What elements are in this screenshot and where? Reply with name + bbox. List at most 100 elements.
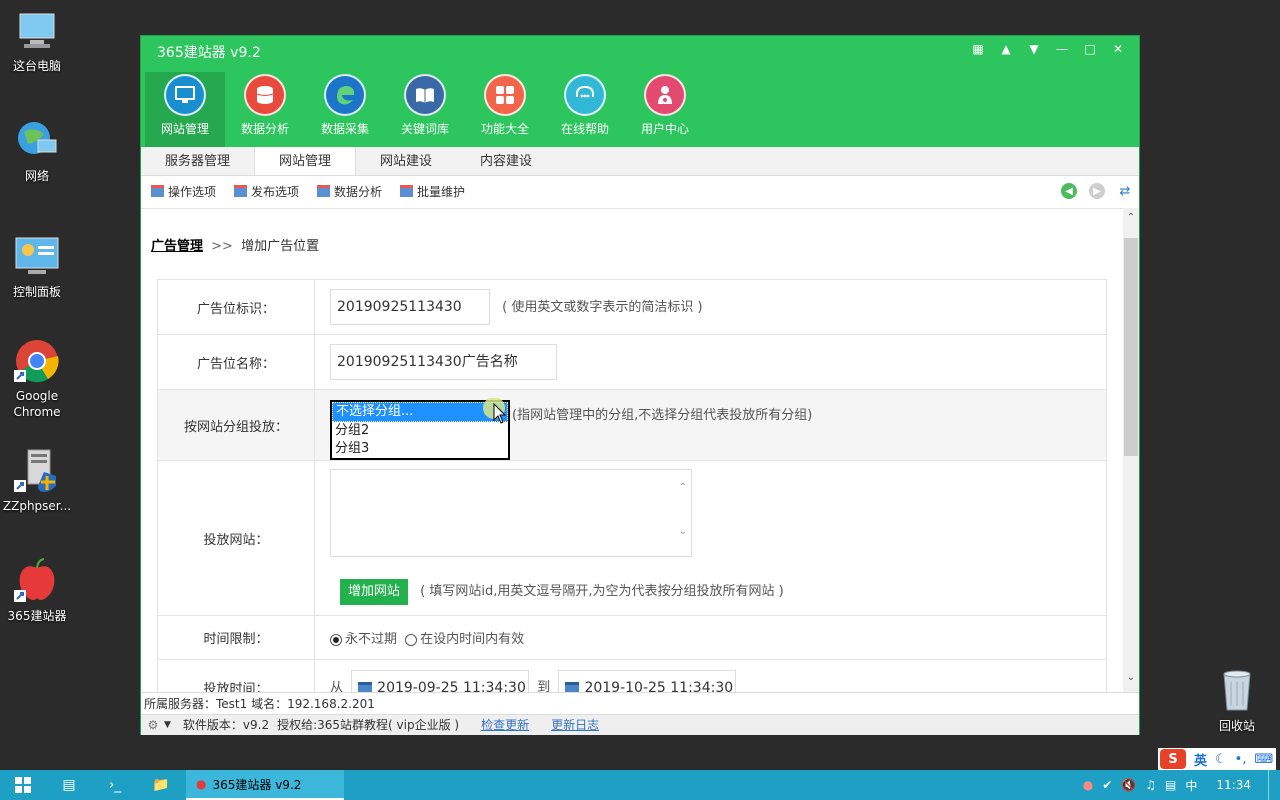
sogou-icon[interactable]: S bbox=[1160, 749, 1186, 769]
powershell-icon[interactable]: ›_ bbox=[92, 770, 138, 800]
ribbon-label: 功能大全 bbox=[480, 122, 529, 136]
never-expire-radio[interactable] bbox=[330, 633, 342, 646]
desktop-icon-this-pc[interactable]: 这台电脑 bbox=[0, 8, 74, 74]
tab-site-management[interactable]: 网站管理 bbox=[254, 147, 357, 175]
vertical-scrollbar[interactable]: ⌃ ⌄ bbox=[1123, 208, 1139, 692]
ribbon-data-collection[interactable]: 数据采集 bbox=[305, 72, 385, 147]
back-icon[interactable]: ◀ bbox=[1061, 183, 1077, 199]
desktop-icon-label: 网络 bbox=[24, 169, 49, 183]
recycle-bin-icon bbox=[1214, 668, 1260, 714]
version-text: 软件版本：v9.2 bbox=[182, 717, 270, 732]
toolbar-icon bbox=[317, 185, 331, 197]
forward-icon[interactable]: ▶ bbox=[1089, 183, 1105, 199]
nav-buttons: ◀ ▶ ⇄ bbox=[1061, 183, 1133, 199]
tab-content-building[interactable]: 内容建设 bbox=[456, 147, 556, 175]
changelog-link[interactable]: 更新日志 bbox=[551, 715, 599, 736]
subtool-publish-options[interactable]: 发布选项 bbox=[234, 183, 299, 200]
breadcrumb-link-ad-management[interactable]: 广告管理 bbox=[151, 239, 203, 254]
show-desktop[interactable] bbox=[1268, 770, 1272, 800]
site-ids-textarea[interactable]: ⌃ ⌄ bbox=[330, 469, 692, 557]
ribbon-online-help[interactable]: 在线帮助 bbox=[545, 72, 625, 147]
subtool-label: 操作选项 bbox=[168, 184, 217, 199]
dropdown-arrow-icon[interactable]: ▼ bbox=[164, 715, 171, 736]
scroll-up-icon[interactable]: ⌃ bbox=[679, 482, 687, 493]
monitor-icon bbox=[164, 74, 206, 116]
title-bar: 365建站器 v9.2 ▦ ▲ ▼ — □ ✕ 网站管理 数据分析 数据采集 关… bbox=[141, 36, 1139, 147]
desktop-icon-recycle-bin[interactable]: 回收站 bbox=[1200, 668, 1274, 734]
ribbon-label: 数据分析 bbox=[240, 122, 289, 136]
subtool-label: 批量维护 bbox=[417, 184, 466, 199]
ime-toolbar: S 英 ☾ •, ⌨ bbox=[1158, 748, 1276, 770]
end-time-input[interactable]: 2019-10-25 11:34:30 bbox=[558, 669, 737, 692]
maximize-icon[interactable]: □ bbox=[1079, 40, 1101, 58]
taskbar-app-365[interactable]: ● 365建站器 v9.2 bbox=[186, 770, 344, 800]
refresh-icon[interactable]: ⇄ bbox=[1117, 183, 1133, 199]
scroll-down-icon[interactable]: ⌄ bbox=[679, 526, 687, 537]
headset-icon bbox=[564, 74, 606, 116]
close-icon[interactable]: ✕ bbox=[1107, 40, 1129, 58]
ribbon-site-management[interactable]: 网站管理 bbox=[145, 72, 225, 147]
subtool-data-analysis[interactable]: 数据分析 bbox=[317, 183, 382, 200]
scroll-thumb[interactable] bbox=[1124, 238, 1138, 456]
subtool-label: 数据分析 bbox=[334, 184, 383, 199]
desktop-icon-network[interactable]: 网络 bbox=[0, 118, 74, 184]
feedback-icon[interactable]: ▦ bbox=[967, 40, 989, 58]
keyboard-icon[interactable]: ⌨ bbox=[1254, 752, 1273, 767]
scroll-down-icon[interactable]: ⌄ bbox=[1123, 672, 1139, 688]
subtool-operation-options[interactable]: 操作选项 bbox=[151, 183, 216, 200]
system-tray: ● ✔ 🔇 ♫ ▤ 中 11:34 bbox=[1083, 770, 1272, 800]
field-label: 广告位标识： bbox=[157, 279, 315, 335]
group-option[interactable]: 分组3 bbox=[332, 440, 508, 458]
tab-site-building[interactable]: 网站建设 bbox=[356, 147, 456, 175]
ribbon-all-features[interactable]: 功能大全 bbox=[465, 72, 545, 147]
within-time-radio[interactable] bbox=[405, 633, 418, 646]
group-select[interactable]: 不选择分组... 分组2 分组3 bbox=[330, 398, 510, 460]
desktop-icon-zzphpserver[interactable]: ZZphpser... bbox=[0, 448, 74, 514]
field-label: 投放网站： bbox=[157, 460, 315, 616]
check-update-link[interactable]: 检查更新 bbox=[481, 715, 529, 736]
clock[interactable]: 11:34 bbox=[1216, 778, 1251, 792]
breadcrumb-current: 增加广告位置 bbox=[241, 239, 320, 254]
ad-name-input[interactable]: 20190925113430广告名称 bbox=[330, 344, 557, 380]
ime-language[interactable]: 英 bbox=[1194, 750, 1207, 769]
settings-gear-icon[interactable]: ⚙ bbox=[145, 717, 161, 733]
network-tray-icon[interactable]: ▤ bbox=[1165, 778, 1176, 792]
ad-position-form: 广告位标识： 20190925113430 ( 使用英文或数字表示的简洁标识 )… bbox=[157, 279, 1107, 692]
desktop-icon-label: 365建站器 bbox=[7, 609, 67, 623]
skin-icon[interactable]: ▲ bbox=[995, 40, 1017, 58]
add-site-button[interactable]: 增加网站 bbox=[340, 579, 409, 605]
field-label: 时间限制： bbox=[157, 615, 315, 660]
ribbon-user-center[interactable]: 用户中心 bbox=[625, 72, 705, 147]
minimize-icon[interactable]: — bbox=[1051, 40, 1073, 58]
moon-icon[interactable]: ☾ bbox=[1215, 752, 1227, 767]
radio-label: 在设内时间内有效 bbox=[420, 632, 525, 647]
apple-tray-icon[interactable]: ● bbox=[1083, 778, 1093, 792]
subtool-batch-maintenance[interactable]: 批量维护 bbox=[400, 183, 465, 200]
start-time-value: 2019-09-25 11:34:30 bbox=[377, 679, 526, 693]
ime-mode[interactable]: 中 bbox=[1185, 777, 1197, 794]
ad-id-input[interactable]: 20190925113430 bbox=[330, 289, 490, 325]
punctuation-icon[interactable]: •, bbox=[1235, 752, 1247, 767]
server-manager-icon[interactable]: ▤ bbox=[46, 770, 92, 800]
menu-icon[interactable]: ▼ bbox=[1023, 40, 1045, 58]
ribbon-data-analysis[interactable]: 数据分析 bbox=[225, 72, 305, 147]
content-area: 广告管理 >> 增加广告位置 广告位标识： 20190925113430 ( 使… bbox=[141, 208, 1124, 692]
desktop-icon-control-panel[interactable]: 控制面板 bbox=[0, 234, 74, 300]
field-label: 按网站分组投放： bbox=[157, 389, 315, 461]
desktop-icon-365-site-builder[interactable]: 365建站器 bbox=[0, 558, 74, 624]
ribbon-keyword-library[interactable]: 关键词库 bbox=[385, 72, 465, 147]
ribbon-label: 在线帮助 bbox=[560, 122, 609, 136]
taskbar: ▤ ›_ 📁 ● 365建站器 v9.2 ● ✔ 🔇 ♫ ▤ 中 11:34 bbox=[0, 770, 1280, 800]
volume-mute-icon[interactable]: 🔇 bbox=[1121, 778, 1136, 792]
file-explorer-icon[interactable]: 📁 bbox=[138, 770, 184, 800]
from-label: 从 bbox=[330, 680, 344, 692]
security-icon[interactable]: ✔ bbox=[1102, 778, 1112, 792]
scroll-up-icon[interactable]: ⌃ bbox=[1123, 212, 1139, 228]
start-windows-icon[interactable] bbox=[0, 770, 46, 800]
desktop-icon-chrome[interactable]: Google Chrome bbox=[0, 338, 74, 420]
ad-id-hint: ( 使用英文或数字表示的简洁标识 ) bbox=[502, 299, 703, 315]
to-label: 到 bbox=[537, 680, 551, 692]
start-time-input[interactable]: 2019-09-25 11:34:30 bbox=[351, 669, 530, 693]
tab-server-management[interactable]: 服务器管理 bbox=[141, 147, 254, 175]
sound-icon[interactable]: ♫ bbox=[1145, 778, 1156, 792]
